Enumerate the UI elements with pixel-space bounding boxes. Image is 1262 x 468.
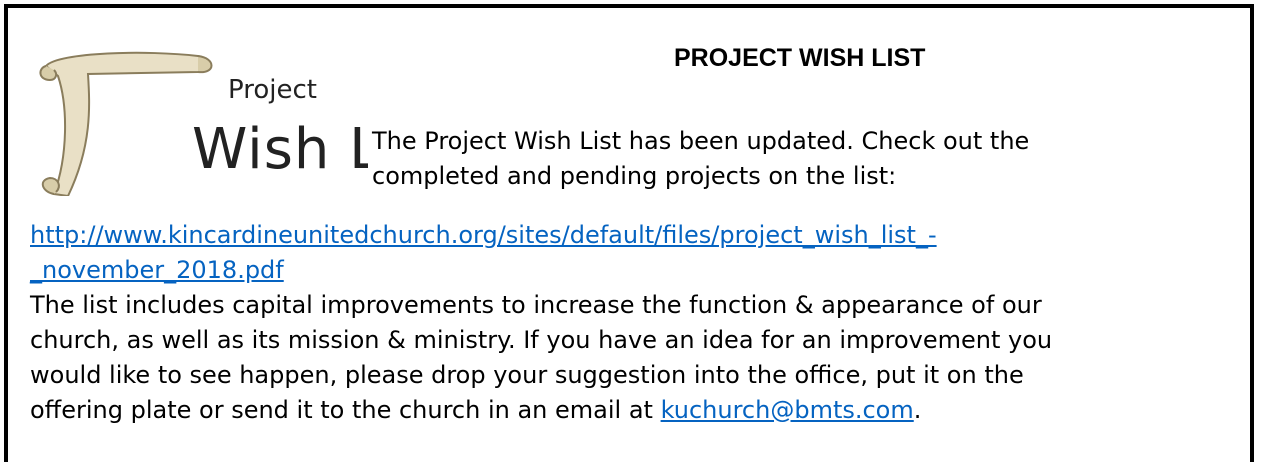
scroll-icon: [39, 51, 213, 196]
intro-line-2: completed and pending projects on the li…: [372, 162, 897, 190]
wish-list-link[interactable]: http://www.kincardineunitedchurch.org/si…: [30, 218, 1230, 288]
wish-list-link-line-2[interactable]: _november_2018.pdf: [30, 256, 284, 284]
email-link[interactable]: kuchurch@bmts.com: [661, 396, 914, 424]
body-line-2: church, as well as its mission & ministr…: [30, 326, 1053, 354]
page-title: PROJECT WISH LIST: [674, 44, 926, 72]
logo-text-project: Project: [228, 75, 317, 105]
body-line-3: would like to see happen, please drop yo…: [30, 361, 1024, 389]
intro-line-1: The Project Wish List has been updated. …: [372, 127, 1030, 155]
body-line-4: offering plate or send it to the church …: [30, 393, 1250, 428]
body-line-4-suffix: .: [913, 396, 922, 424]
body-line-4-prefix: offering plate or send it to the church …: [30, 396, 661, 424]
intro-paragraph: The Project Wish List has been updated. …: [372, 124, 1242, 194]
wish-list-link-line-1[interactable]: http://www.kincardineunitedchurch.org/si…: [30, 221, 937, 249]
body-line-1: The list includes capital improvements t…: [30, 291, 1042, 319]
project-wish-list-logo: Project Wish List: [39, 51, 368, 196]
logo-text-wish-list: Wish List: [192, 117, 368, 182]
body-paragraph: The list includes capital improvements t…: [30, 288, 1250, 428]
